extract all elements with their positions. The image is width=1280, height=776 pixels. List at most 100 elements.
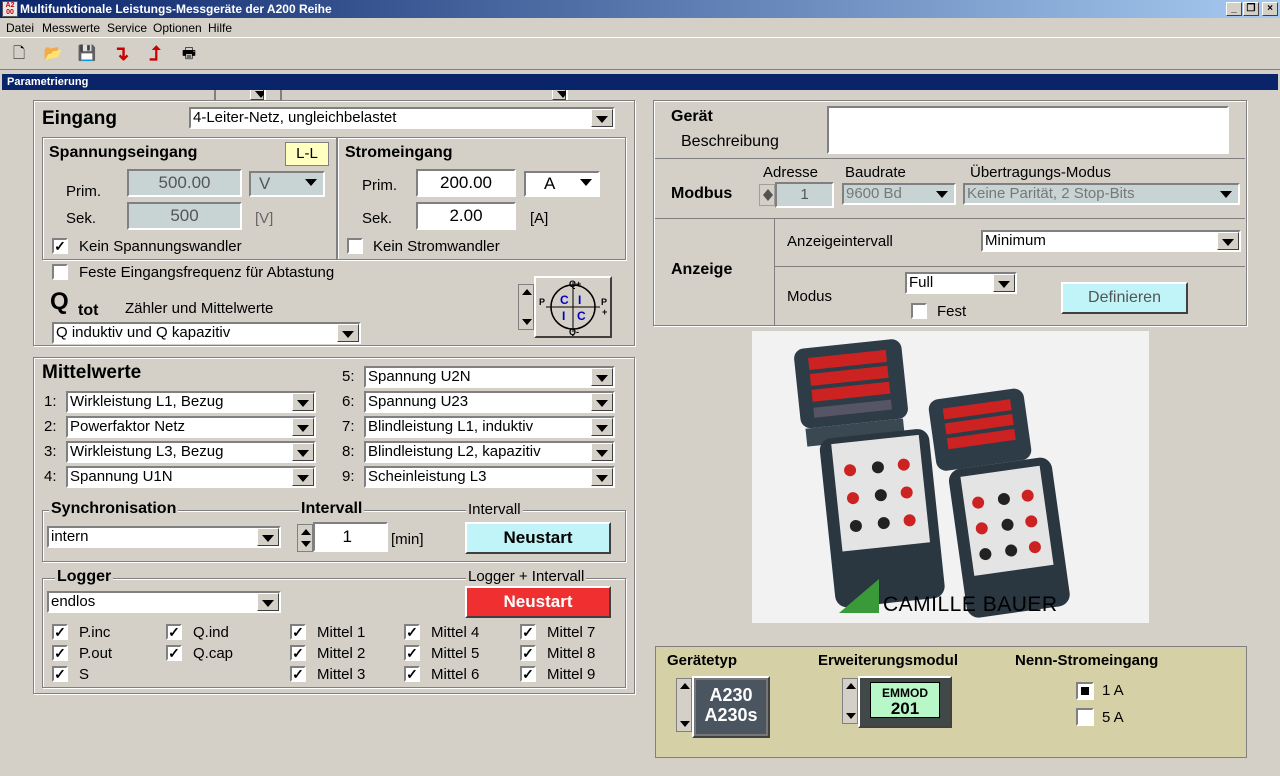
- chk-qind-label: Q.ind: [193, 624, 229, 641]
- menu-service[interactable]: Service: [107, 21, 147, 35]
- mittel-9-select[interactable]: Scheinleistung L3: [364, 466, 615, 488]
- chk-mittel4[interactable]: ✓: [404, 624, 420, 640]
- mittel-8-select[interactable]: Blindleistung L2, kapazitiv: [364, 441, 615, 463]
- logger-neustart-label: Neustart: [503, 592, 573, 611]
- mittel-6-value: Spannung U23: [368, 393, 469, 410]
- erweiterung-label: Erweiterungsmodul: [818, 652, 959, 669]
- divider: [774, 218, 775, 326]
- chk-mittel5-label: Mittel 5: [431, 645, 480, 662]
- open-folder-icon[interactable]: 📂: [40, 42, 66, 66]
- quad-top: Q+: [569, 279, 581, 289]
- qtot-value: Q induktiv und Q kapazitiv: [56, 324, 231, 341]
- quadrant-spinner[interactable]: [518, 284, 534, 330]
- chk-mittel7-label: Mittel 7: [547, 624, 596, 641]
- quad-c1: C: [560, 293, 569, 307]
- menu-optionen[interactable]: Optionen: [153, 21, 202, 35]
- kein-spannungswandler-label: Kein Spannungswandler: [79, 238, 242, 255]
- intervall-spinner[interactable]: [297, 524, 313, 552]
- chk-mittel1[interactable]: ✓: [290, 624, 306, 640]
- adresse-spinner[interactable]: [759, 184, 775, 206]
- chk-mittel6[interactable]: ✓: [404, 666, 420, 682]
- chk-qind[interactable]: ✓: [166, 624, 182, 640]
- geraetetyp-spinner[interactable]: [676, 678, 692, 732]
- mittel-1-select[interactable]: Wirkleistung L1, Bezug: [66, 391, 316, 413]
- nenn-label: Nenn-Stromeingang: [1015, 652, 1159, 669]
- chk-mittel2-label: Mittel 2: [317, 645, 366, 662]
- beschreibung-field[interactable]: [827, 106, 1229, 154]
- logger-neustart-button[interactable]: Neustart: [465, 586, 611, 618]
- erweiterung-spinner[interactable]: [842, 678, 858, 724]
- definieren-button[interactable]: Definieren: [1061, 282, 1188, 314]
- chk-mittel3[interactable]: ✓: [290, 666, 306, 682]
- upload-arrow-icon[interactable]: ⮥: [142, 42, 168, 66]
- intervall-field[interactable]: 1: [313, 522, 388, 552]
- mittel-6-select[interactable]: Spannung U23: [364, 391, 615, 413]
- eingang-title: Eingang: [42, 108, 117, 129]
- chk-mittel5[interactable]: ✓: [404, 645, 420, 661]
- feste-frequenz-checkbox[interactable]: [52, 264, 68, 280]
- chk-qcap[interactable]: ✓: [166, 645, 182, 661]
- menu-messwerte[interactable]: Messwerte: [42, 21, 100, 35]
- logger-select[interactable]: endlos: [47, 591, 281, 613]
- chk-mittel2[interactable]: ✓: [290, 645, 306, 661]
- fest-checkbox[interactable]: [911, 303, 927, 319]
- menu-datei[interactable]: Datei: [6, 21, 34, 35]
- sync-select[interactable]: intern: [47, 526, 281, 548]
- eingang-mode-value: 4-Leiter-Netz, ungleichbelastet: [193, 109, 397, 126]
- close-button[interactable]: ×: [1262, 2, 1278, 16]
- u-sek-label: Sek.: [66, 210, 97, 227]
- i-sek-field[interactable]: 2.00: [416, 202, 516, 230]
- download-arrow-icon[interactable]: ↴: [108, 42, 134, 66]
- modus-label: Modus: [787, 288, 833, 305]
- i-unit-select[interactable]: A: [524, 171, 600, 197]
- device-image: CAMILLE BAUER: [752, 331, 1149, 623]
- save-disk-icon[interactable]: 💾: [74, 42, 100, 66]
- quadrant-button[interactable]: Q+ Q- P P + C I I C: [534, 276, 612, 338]
- mittel-5-num: 5:: [342, 368, 355, 385]
- modus-select[interactable]: Full: [905, 272, 1017, 294]
- mittel-4-value: Spannung U1N: [70, 468, 173, 485]
- restore-button[interactable]: ❐: [1243, 2, 1259, 16]
- mittel-8-value: Blindleistung L2, kapazitiv: [368, 443, 541, 460]
- sync-neustart-label: Neustart: [503, 528, 573, 547]
- mittel-5-select[interactable]: Spannung U2N: [364, 366, 615, 388]
- kein-stromwandler-checkbox[interactable]: [347, 238, 363, 254]
- mittel-7-select[interactable]: Blindleistung L1, induktiv: [364, 416, 615, 438]
- menu-hilfe[interactable]: Hilfe: [208, 21, 232, 35]
- chk-mittel9[interactable]: ✓: [520, 666, 536, 682]
- mittel-7-value: Blindleistung L1, induktiv: [368, 418, 534, 435]
- anzeigeintervall-select[interactable]: Minimum: [981, 230, 1241, 252]
- i-prim-field[interactable]: 200.00: [416, 169, 516, 197]
- chk-mittel6-label: Mittel 6: [431, 666, 480, 683]
- new-file-icon[interactable]: 🗋: [6, 42, 32, 66]
- chk-mittel9-label: Mittel 9: [547, 666, 596, 683]
- intervall-unit: [min]: [391, 531, 424, 548]
- mittel-3-select[interactable]: Wirkleistung L3, Bezug: [66, 441, 316, 463]
- app-icon: A2 00: [2, 1, 18, 17]
- geraet-title: Gerät: [671, 108, 713, 125]
- beschreibung-label: Beschreibung: [681, 133, 779, 150]
- chk-mittel3-label: Mittel 3: [317, 666, 366, 683]
- chk-pinc[interactable]: ✓: [52, 624, 68, 640]
- qtot-select[interactable]: Q induktiv und Q kapazitiv: [52, 322, 361, 344]
- nenn-1a-radio[interactable]: [1076, 682, 1094, 700]
- chk-mittel8[interactable]: ✓: [520, 645, 536, 661]
- geraetetyp-button[interactable]: A230 A230s: [692, 676, 770, 738]
- ll-badge[interactable]: L-L: [285, 142, 329, 166]
- mittel-4-select[interactable]: Spannung U1N: [66, 466, 316, 488]
- modbus-title: Modbus: [671, 185, 733, 202]
- erweiterung-button[interactable]: EMMOD 201: [858, 676, 952, 728]
- minimize-button[interactable]: _: [1226, 2, 1242, 16]
- kein-spannungswandler-checkbox[interactable]: ✓: [52, 238, 68, 254]
- mittel-2-select[interactable]: Powerfaktor Netz: [66, 416, 316, 438]
- sync-neustart-button[interactable]: Neustart: [465, 522, 611, 554]
- nenn-5a-radio[interactable]: [1076, 708, 1094, 726]
- printer-icon[interactable]: 🖶: [176, 42, 202, 66]
- strom-title: Stromeingang: [345, 144, 453, 161]
- fest-label: Fest: [937, 303, 967, 320]
- toolbar: 🗋 📂 💾 ↴ ⮥ 🖶: [0, 38, 1280, 102]
- chk-s[interactable]: ✓: [52, 666, 68, 682]
- chk-pout[interactable]: ✓: [52, 645, 68, 661]
- chk-mittel7[interactable]: ✓: [520, 624, 536, 640]
- eingang-mode-select[interactable]: 4-Leiter-Netz, ungleichbelastet: [189, 107, 615, 129]
